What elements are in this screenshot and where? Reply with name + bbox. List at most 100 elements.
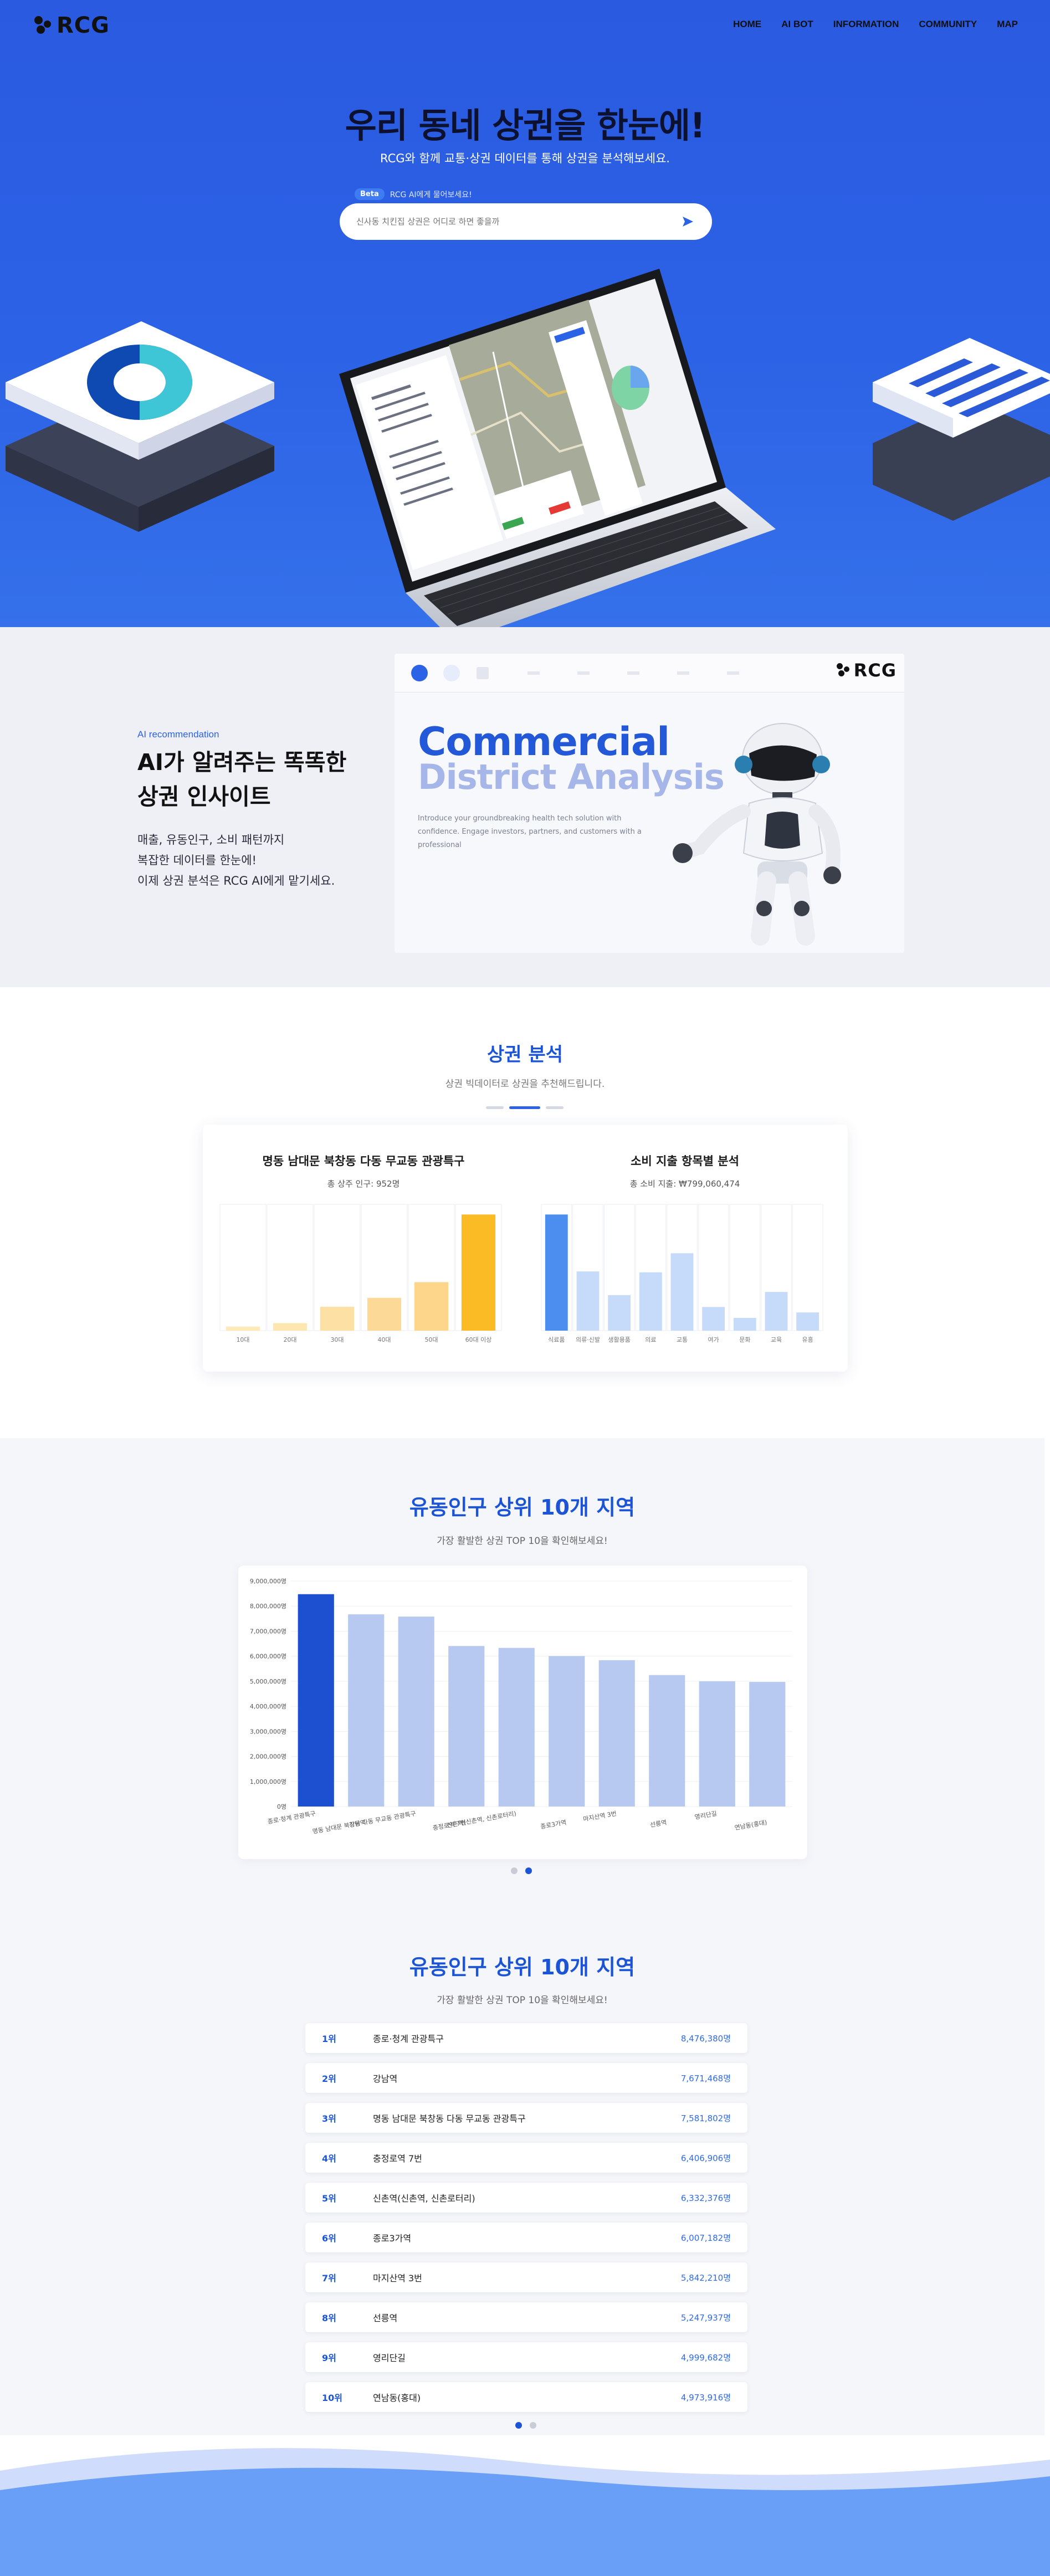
chart-bar[interactable] (649, 1675, 685, 1807)
pager-dot[interactable] (511, 1867, 518, 1874)
nav-information[interactable]: INFORMATION (833, 19, 899, 30)
chart-bar[interactable] (699, 1681, 735, 1807)
hero-subtitle: RCG와 함께 교통·상권 데이터를 통해 상권을 분석해보세요. (380, 152, 670, 165)
rank-area-name: 명동 남대문 북창동 다동 무교동 관광특구 (373, 2113, 526, 2124)
chart-bar[interactable] (670, 1253, 694, 1331)
x-tick-label: 교육 (771, 1336, 782, 1343)
rank-population-value: 5,247,937명 (680, 2312, 731, 2323)
nav-map[interactable]: MAP (997, 19, 1018, 30)
chart-bar[interactable] (273, 1323, 308, 1331)
logo[interactable]: RCG (34, 14, 110, 37)
pager-indicator-active[interactable] (509, 1106, 540, 1109)
chart-bar[interactable] (765, 1292, 788, 1331)
chart-bar[interactable] (414, 1282, 449, 1331)
district-analysis-subtitle: 상권 빅데이터로 상권을 추천해드립니다. (445, 1079, 605, 1090)
pager-indicator[interactable] (486, 1106, 504, 1109)
chart-bar[interactable] (545, 1214, 568, 1331)
x-tick-label: 종로3가역 (540, 1819, 567, 1830)
chart-bar[interactable] (549, 1656, 585, 1807)
y-tick-label: 5,000,000명 (250, 1678, 286, 1685)
ranking-row[interactable]: 9위 영리단길 4,999,682명 (305, 2342, 747, 2372)
chart-bar[interactable] (348, 1614, 385, 1807)
chart-bar[interactable] (733, 1317, 756, 1331)
tab-placeholder (627, 671, 639, 675)
tab-placeholder (577, 671, 590, 675)
ai-search-input[interactable] (356, 217, 680, 227)
rank-population-value: 4,999,682명 (680, 2352, 731, 2363)
chart-bar[interactable] (398, 1617, 434, 1807)
rank-area-name: 종로3가역 (373, 2233, 412, 2244)
send-icon[interactable] (680, 214, 695, 229)
rank-population-value: 6,332,376명 (680, 2193, 731, 2203)
chart-bar[interactable] (639, 1272, 662, 1331)
chart-bar[interactable] (461, 1214, 496, 1331)
ranking-row[interactable]: 5위 신촌역(신촌역, 신촌로터리) 6,332,376명 (305, 2183, 747, 2213)
x-tick-label: 10대 (236, 1336, 249, 1343)
x-tick-label: 60대 이상 (465, 1336, 492, 1343)
y-tick-label: 4,000,000명 (250, 1703, 286, 1710)
nav-ai-bot[interactable]: AI BOT (781, 19, 813, 30)
rank-number: 1위 (322, 2034, 336, 2044)
rank-area-name: 연남동(홍대) (373, 2393, 421, 2403)
chart-bar[interactable] (796, 1312, 819, 1331)
y-tick-label: 3,000,000명 (250, 1728, 286, 1735)
top10-ranking-list: 1위 종로·청계 관광특구 8,476,380명 2위 강남역 7,671,468명 3위 명… (305, 2023, 747, 2422)
ranking-row[interactable]: 4위 충정로역 7번 6,406,906명 (305, 2143, 747, 2173)
logo-text: RCG (853, 660, 897, 681)
rank-population-value: 7,671,468명 (680, 2073, 731, 2084)
chart-bar[interactable] (598, 1660, 635, 1807)
home-icon (477, 667, 489, 679)
chart-bar[interactable] (298, 1594, 334, 1807)
chart-bar[interactable] (226, 1326, 260, 1331)
chart-bar[interactable] (749, 1682, 786, 1807)
rank-number: 3위 (322, 2113, 336, 2124)
district-pager (486, 1106, 564, 1109)
rank-number: 6위 (322, 2233, 336, 2244)
nav-home[interactable]: HOME (733, 19, 761, 30)
chart-bar[interactable] (498, 1648, 535, 1807)
pager-dot[interactable] (530, 2422, 536, 2429)
chart-bar[interactable] (608, 1295, 631, 1331)
chart-bar[interactable] (702, 1307, 725, 1331)
main-nav: HOME AI BOT INFORMATION COMMUNITY MAP (733, 19, 1018, 30)
x-tick-label: 종로·청계 관광특구 (267, 1810, 316, 1825)
ranking-row[interactable]: 1위 종로·청계 관광특구 8,476,380명 (305, 2023, 747, 2053)
x-tick-label: 의료 (645, 1336, 656, 1343)
ranking-row[interactable]: 7위 마지산역 3번 5,842,210명 (305, 2262, 747, 2292)
chart-bar[interactable] (320, 1306, 355, 1331)
ai-card-topbar: RCG (395, 654, 904, 692)
rank-number: 4위 (322, 2153, 336, 2164)
ranking-row[interactable]: 3위 명동 남대문 북창동 다동 무교동 관광특구 7,581,802명 (305, 2103, 747, 2133)
rank-area-name: 신촌역(신촌역, 신촌로터리) (373, 2193, 475, 2204)
pager-dot-active[interactable] (515, 2422, 522, 2429)
x-tick-label: 선릉역 (649, 1819, 667, 1829)
pager-dot-active[interactable] (525, 1867, 532, 1874)
pager-indicator[interactable] (546, 1106, 564, 1109)
y-tick-label: 7,000,000명 (250, 1628, 286, 1635)
ranking-row[interactable]: 10위 연남동(홍대) 4,973,916명 (305, 2382, 747, 2412)
ranking-row[interactable]: 6위 종로3가역 6,007,182명 (305, 2223, 747, 2252)
y-tick-label: 8,000,000명 (250, 1603, 286, 1610)
nav-community[interactable]: COMMUNITY (919, 19, 977, 30)
chart-bar[interactable] (367, 1297, 402, 1331)
x-tick-label: 신촌역(신촌역, 신촌로터리) (447, 1810, 517, 1829)
chart-bar[interactable] (576, 1271, 600, 1331)
chart-column-bg (267, 1204, 314, 1331)
ranking-row[interactable]: 2위 강남역 7,671,468명 (305, 2063, 747, 2093)
donut-chart-block-icon (6, 321, 274, 532)
chart-bar[interactable] (448, 1646, 485, 1807)
beta-row: Beta RCG AI에게 물어보세요! (355, 188, 472, 200)
hero-section: RCG HOME AI BOT INFORMATION COMMUNITY MA… (0, 0, 1050, 627)
ai-desc-line: 매출, 유동인구, 소비 패턴까지 (137, 833, 285, 846)
top10-chart-pager (511, 1867, 532, 1874)
ranking-row[interactable]: 8위 선릉역 5,247,937명 (305, 2302, 747, 2332)
logo-mark-icon (34, 16, 53, 35)
rank-population-value: 8,476,380명 (680, 2033, 731, 2044)
age-bar-chart: 10대 20대 30대 40대 50대 60대 이상 (219, 1204, 502, 1343)
top10-chart-title: 유동인구 상위 10개 지역 (409, 1495, 636, 1520)
y-tick-label: 0명 (277, 1803, 286, 1810)
ai-card-logo: RCG (836, 660, 897, 681)
top10-list-title: 유동인구 상위 10개 지역 (409, 1955, 636, 1979)
chart-column-bg (792, 1204, 823, 1331)
x-tick-label: 연남동(홍대) (734, 1818, 768, 1831)
